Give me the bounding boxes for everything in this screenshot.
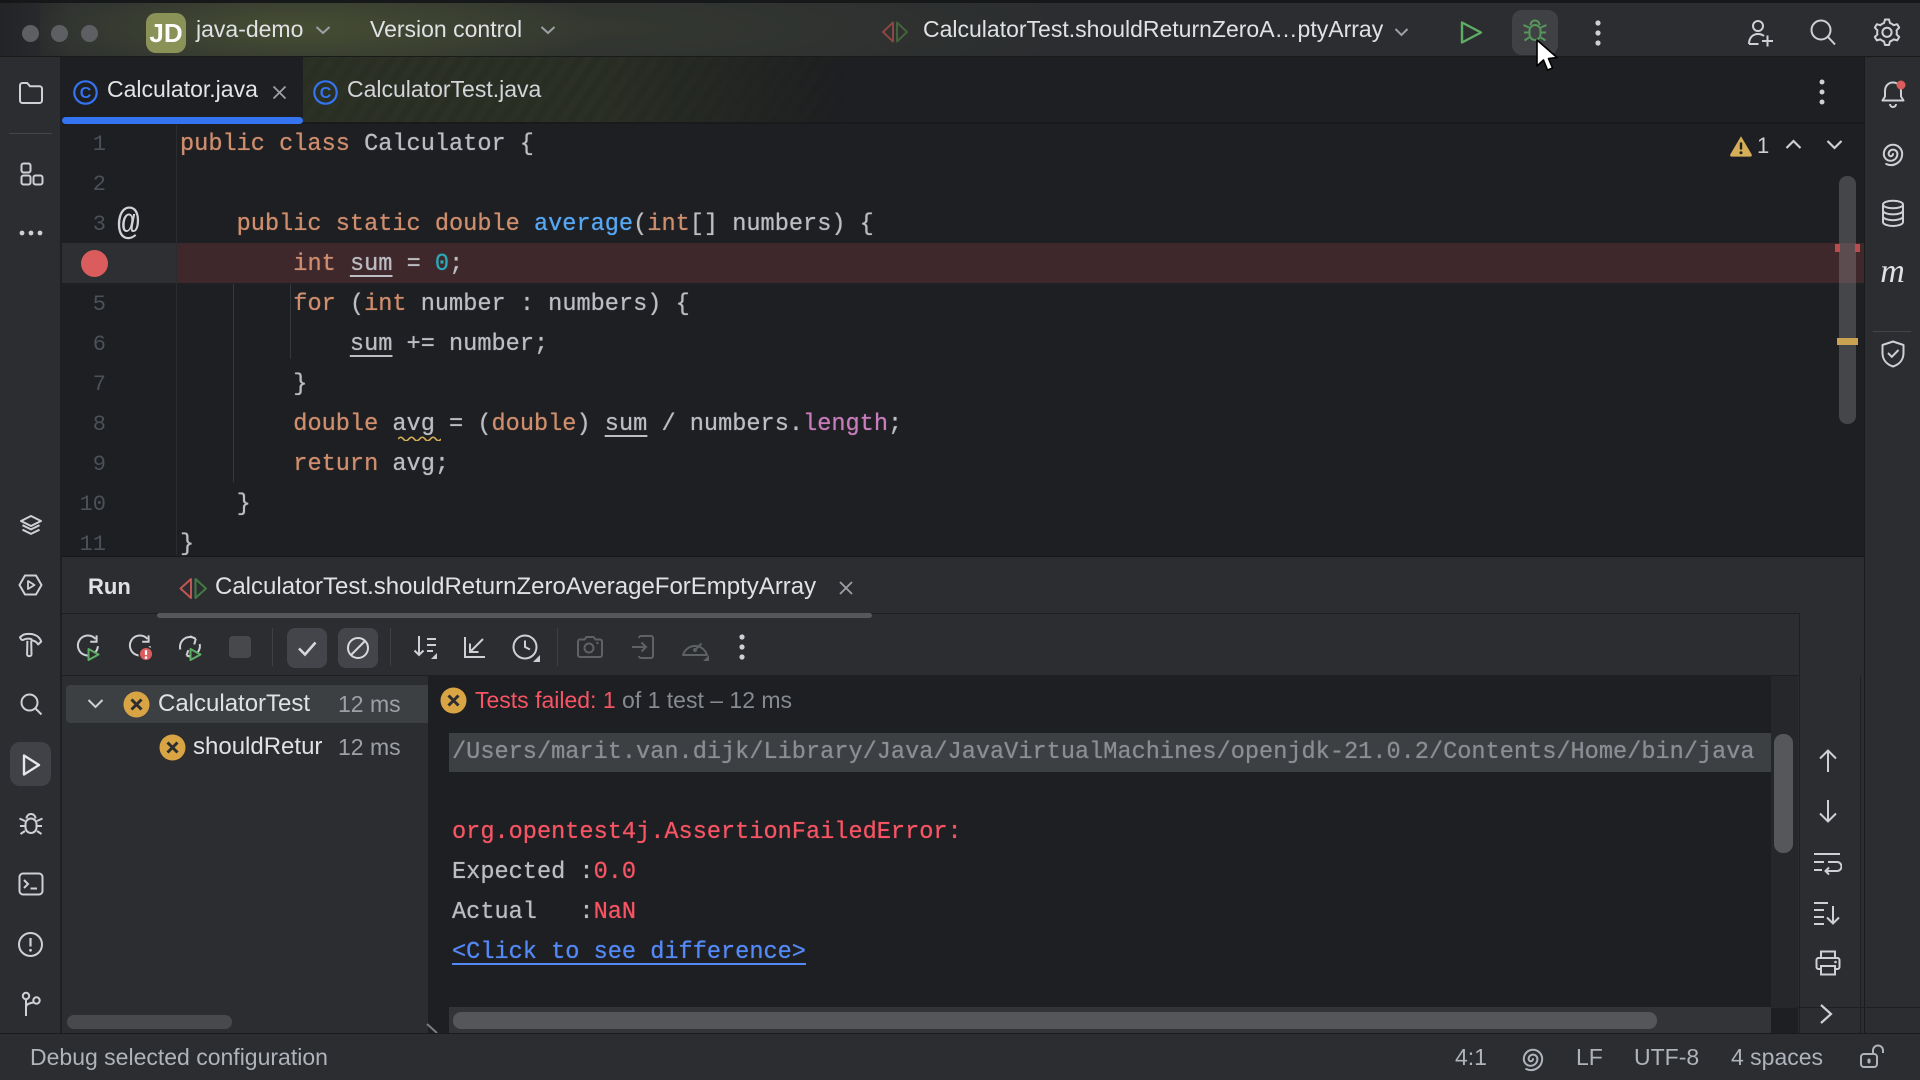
svg-text:C: C [80,85,92,102]
svg-text:C: C [320,85,332,102]
